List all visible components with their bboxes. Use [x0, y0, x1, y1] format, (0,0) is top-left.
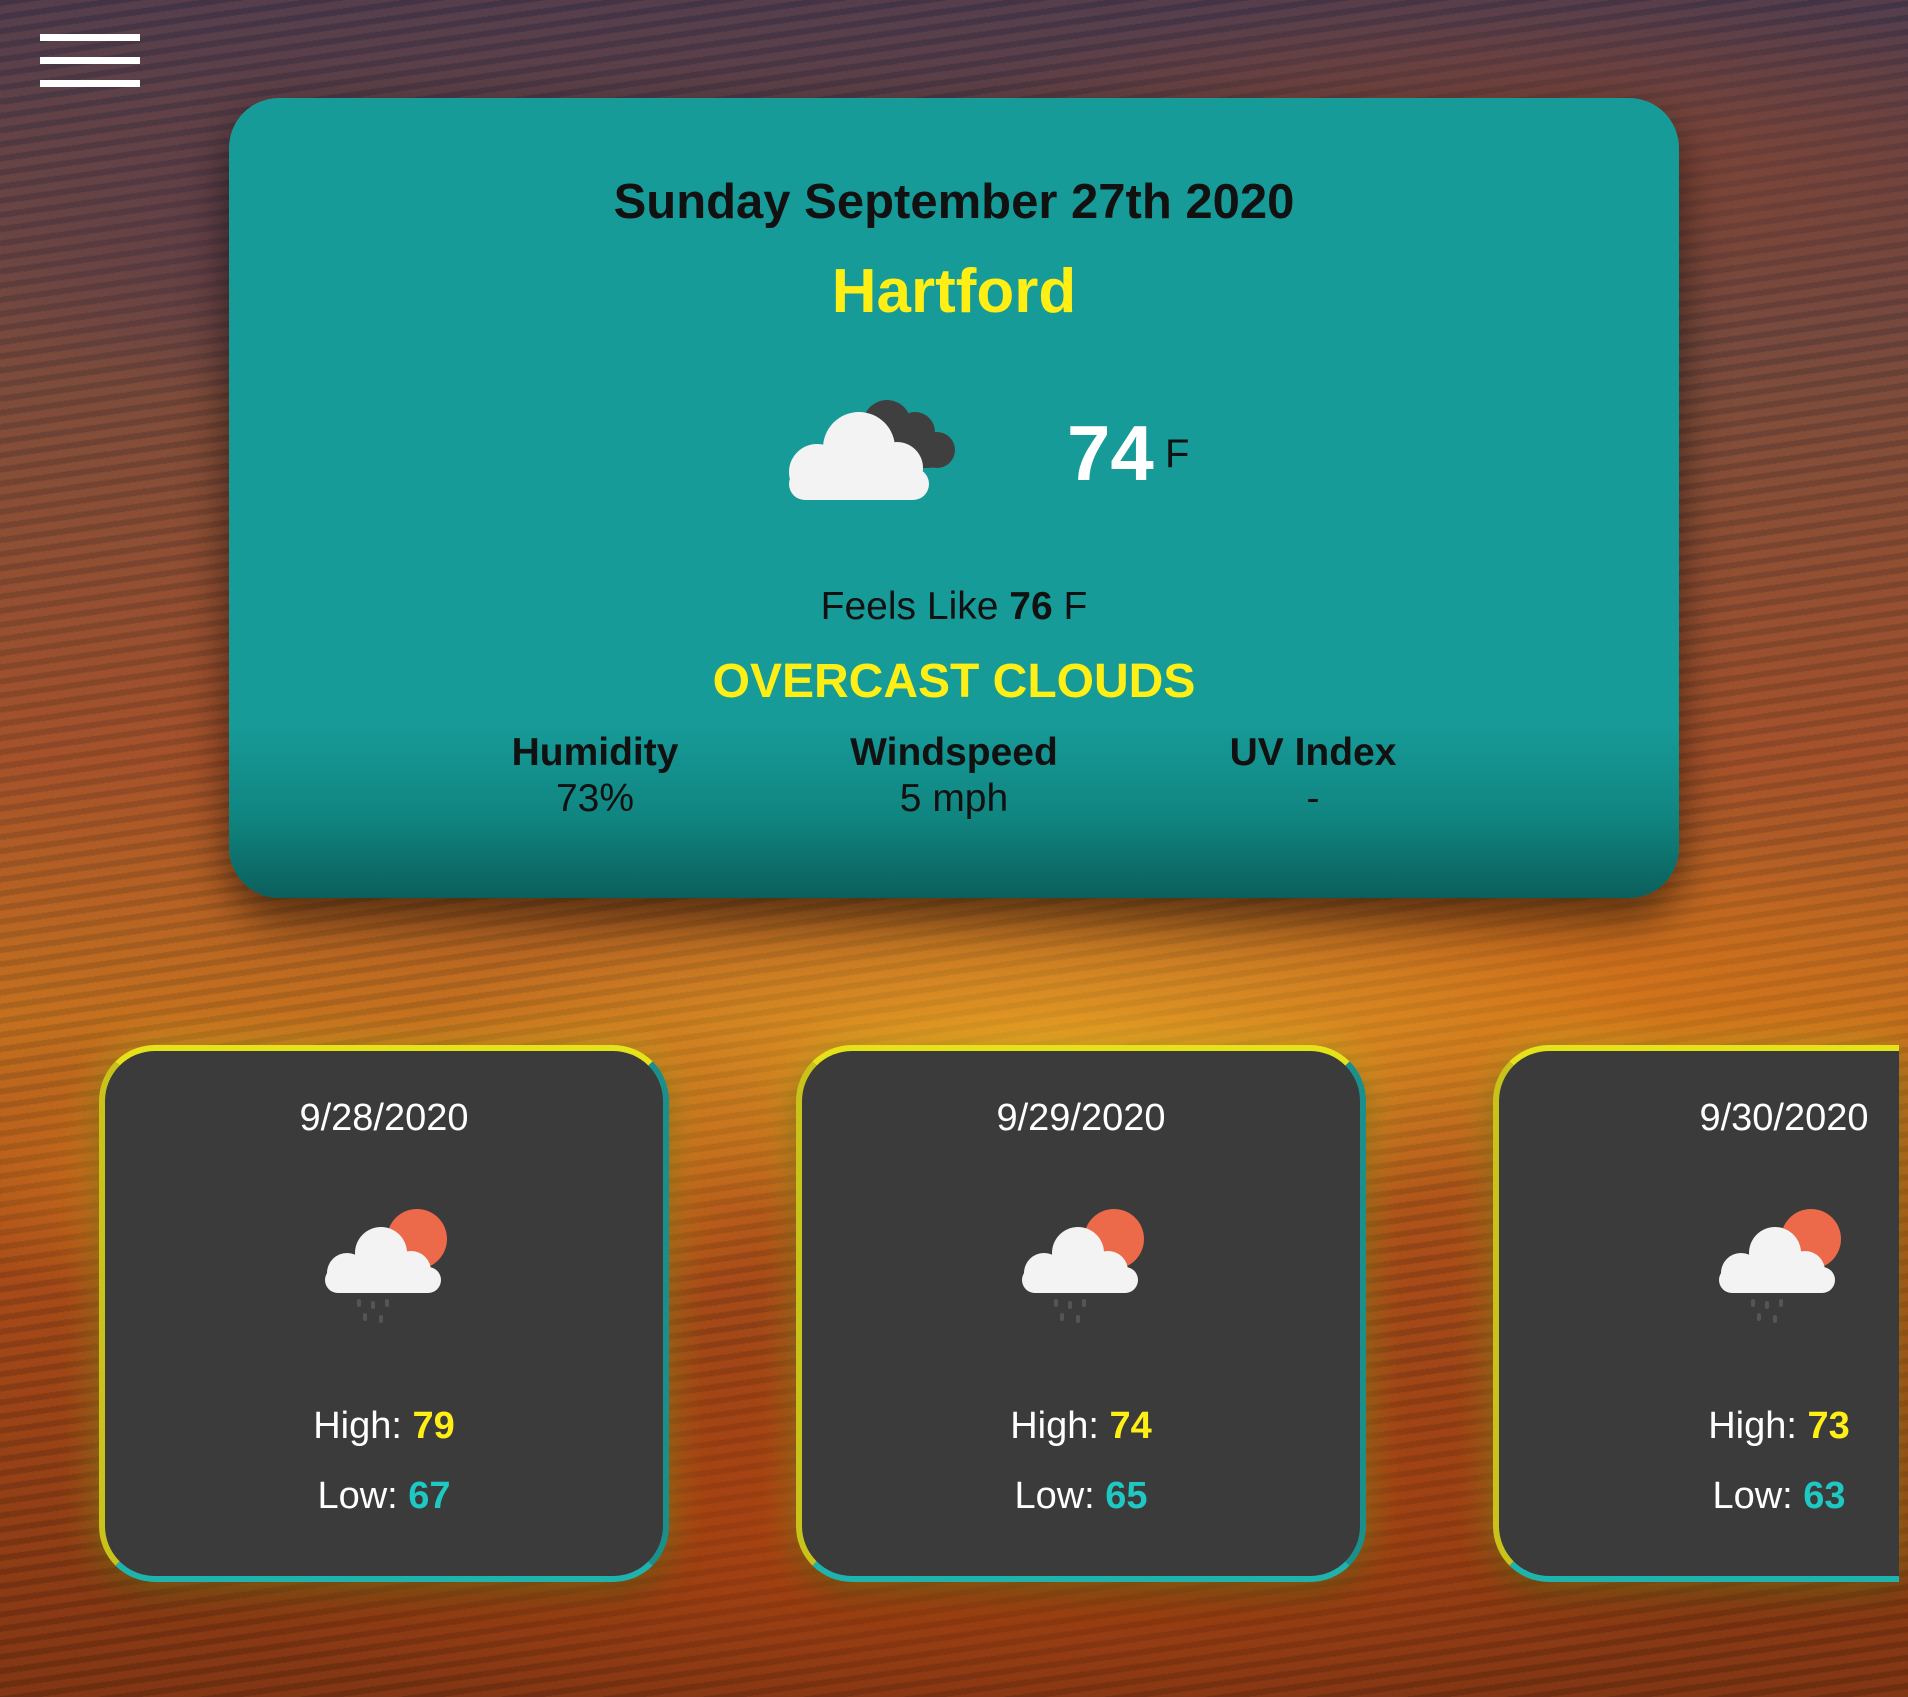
forecast-low: Low: 63: [1499, 1475, 1908, 1518]
humidity-stat: Humidity 73%: [445, 730, 745, 822]
current-date: Sunday September 27th 2020: [613, 175, 1295, 229]
temperature-unit: F: [1165, 432, 1190, 476]
current-weather-card: Sunday September 27th 2020 Hartford 74 F…: [229, 98, 1679, 898]
forecast-high: High: 74: [802, 1405, 1360, 1448]
menu-bar: [40, 34, 140, 41]
forecast-card[interactable]: 9/28/2020 High: 79 Low: 67: [99, 1045, 669, 1582]
windspeed-stat: Windspeed 5 mph: [804, 730, 1104, 822]
weather-condition: OVERCAST CLOUDS: [712, 655, 1196, 708]
low-value: 67: [408, 1475, 451, 1517]
feels-like-label: Feels Like: [820, 585, 999, 628]
forecast-date: 9/29/2020: [996, 1097, 1166, 1139]
city-name: Hartford: [831, 257, 1077, 326]
hamburger-menu-icon[interactable]: [40, 34, 140, 90]
light-rain-sun-icon: [1022, 1209, 1144, 1323]
overcast-clouds-icon: [789, 400, 955, 500]
high-label: High:: [313, 1405, 402, 1447]
menu-bar: [40, 80, 140, 87]
humidity-label: Humidity: [511, 731, 679, 774]
forecast-date: 9/30/2020: [1699, 1097, 1869, 1139]
uv-index-value: -: [1306, 777, 1320, 820]
light-rain-sun-icon: [325, 1209, 447, 1323]
high-label: High:: [1708, 1405, 1797, 1447]
low-label: Low:: [1712, 1475, 1793, 1517]
feels-like-value: 76: [1009, 585, 1053, 628]
forecast-high: High: 79: [105, 1405, 663, 1448]
forecast-card[interactable]: 9/29/2020 High: 74 Low: 65: [796, 1045, 1366, 1582]
forecast-date: 9/28/2020: [299, 1097, 469, 1139]
uv-index-stat: UV Index -: [1163, 730, 1463, 822]
high-value: 73: [1807, 1405, 1850, 1447]
forecast-high: High: 73: [1499, 1405, 1908, 1448]
low-value: 63: [1803, 1475, 1846, 1517]
feels-like-unit: F: [1063, 585, 1088, 628]
low-value: 65: [1105, 1475, 1148, 1517]
forecast-low: Low: 65: [802, 1475, 1360, 1518]
windspeed-value: 5 mph: [899, 777, 1009, 820]
high-label: High:: [1010, 1405, 1099, 1447]
light-rain-sun-icon: [1719, 1209, 1841, 1323]
forecast-card[interactable]: 9/30/2020 High: 73 Low: 63: [1493, 1045, 1899, 1582]
humidity-value: 73%: [555, 777, 635, 820]
high-value: 79: [412, 1405, 455, 1447]
low-label: Low:: [317, 1475, 398, 1517]
uv-index-label: UV Index: [1229, 731, 1397, 774]
low-label: Low:: [1014, 1475, 1095, 1517]
windspeed-label: Windspeed: [850, 731, 1058, 774]
menu-bar: [40, 57, 140, 64]
forecast-low: Low: 67: [105, 1475, 663, 1518]
current-temperature: 74: [1067, 409, 1154, 497]
feels-like: Feels Like 76 F: [229, 585, 1679, 629]
high-value: 74: [1109, 1405, 1152, 1447]
